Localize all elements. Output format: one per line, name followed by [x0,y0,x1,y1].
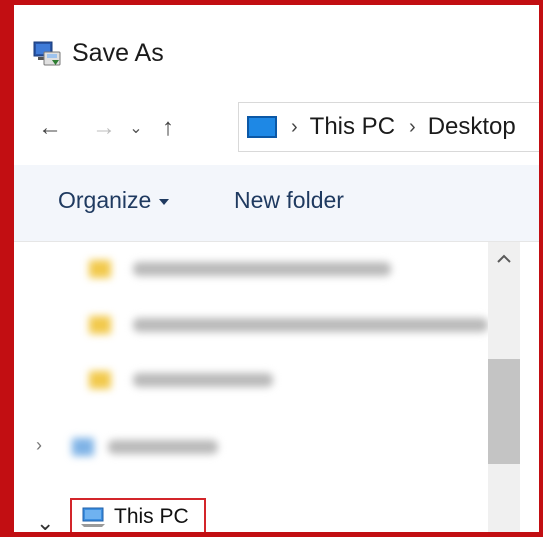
forward-arrow-icon: → [92,113,116,141]
folder-item-blurred[interactable] [89,255,391,283]
cloud-drive-icon [72,438,94,456]
recent-locations-button[interactable]: ⌄ [122,108,150,148]
this-pc-label: This PC [114,505,189,528]
window-title: Save As [72,38,164,67]
drive-item-blurred[interactable] [72,433,218,461]
back-button[interactable]: ← [32,108,68,148]
nav-item-this-pc[interactable]: This PC [70,498,206,532]
command-toolbar: Organize New folder [14,165,539,242]
up-arrow-icon: ↑ [162,113,174,141]
expand-chevron-icon[interactable]: › [36,435,42,456]
folder-item-blurred[interactable] [89,366,273,394]
chevron-down-icon: ⌄ [129,119,143,137]
back-arrow-icon: ← [38,113,62,141]
new-folder-label: New folder [234,187,344,213]
organize-button[interactable]: Organize [58,187,170,214]
folder-icon [89,260,111,278]
scroll-thumb[interactable] [488,359,520,464]
save-as-dialog: Save As ← → ⌄ ↑ › This PC › Desktop Orga… [0,0,543,537]
chevron-up-icon [497,251,511,269]
breadcrumb-this-pc[interactable]: This PC [310,113,395,141]
address-bar[interactable]: › This PC › Desktop [238,102,539,152]
up-button[interactable]: ↑ [150,108,186,148]
save-as-app-icon [32,38,62,68]
blurred-folder-name [133,373,273,387]
title-bar: Save As [32,33,164,73]
frame-highlight-strip [5,5,14,532]
blurred-drive-name [108,440,218,454]
organize-label: Organize [58,187,152,213]
blurred-folder-name [133,262,391,276]
navigation-pane: › ⌄ [14,242,488,532]
folder-icon [89,316,111,334]
collapse-chevron-icon[interactable]: ⌄ [36,510,54,532]
vertical-scrollbar[interactable] [488,242,520,532]
forward-button[interactable]: → [86,108,122,148]
computer-icon [80,506,106,528]
content-area-edge [520,242,539,532]
new-folder-button[interactable]: New folder [234,187,344,214]
dropdown-caret-icon [159,198,170,205]
breadcrumb-separator: › [291,115,298,138]
blurred-folder-name [133,318,488,332]
this-pc-icon [247,116,277,138]
folder-icon [89,371,111,389]
folder-item-blurred[interactable] [89,311,488,339]
breadcrumb-desktop[interactable]: Desktop [428,113,516,141]
scroll-up-button[interactable] [488,242,520,278]
breadcrumb-separator: › [409,115,416,138]
